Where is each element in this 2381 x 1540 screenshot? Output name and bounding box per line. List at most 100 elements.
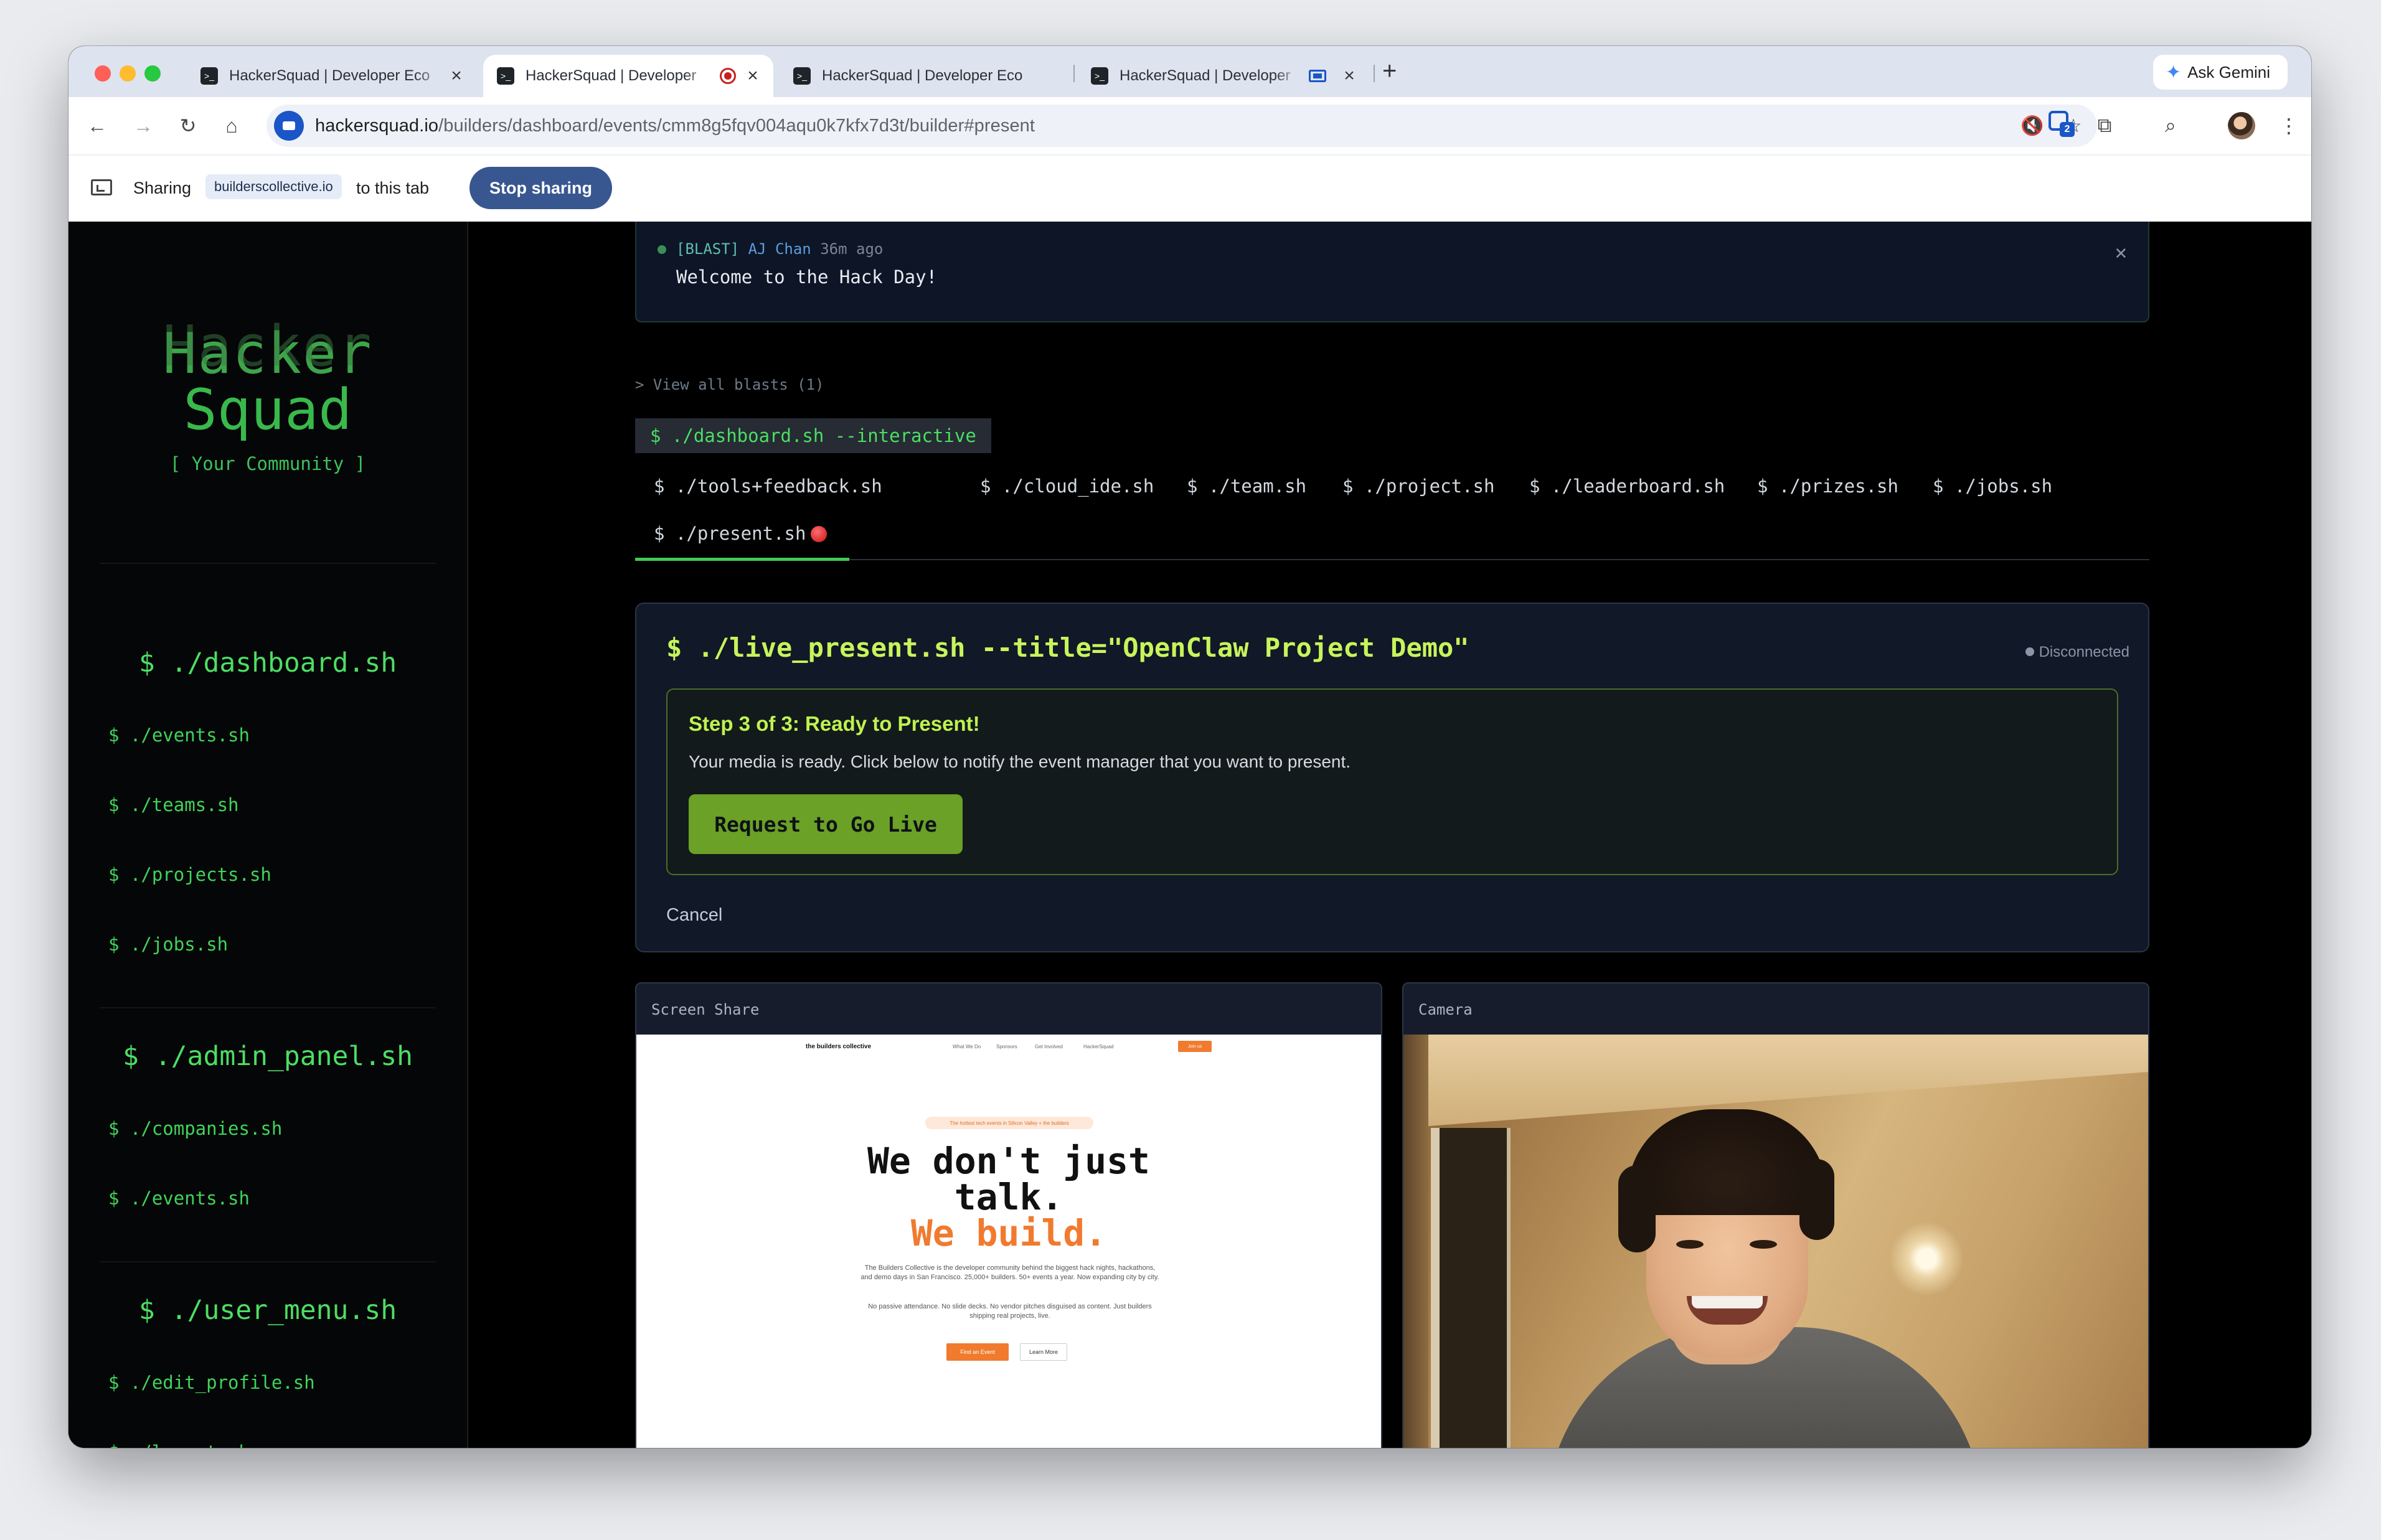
forward-icon[interactable]: → — [127, 110, 159, 142]
blast-notification: [BLAST] AJ Chan 36m ago Welcome to the H… — [635, 222, 2149, 322]
blast-author: AJ Chan — [748, 240, 811, 258]
browser-tab[interactable]: >_ HackerSquad | Developer × — [1077, 55, 1370, 97]
terminal-favicon-icon: >_ — [793, 67, 811, 85]
sidebar-item-projects[interactable]: $ ./projects.sh — [108, 864, 271, 885]
reload-icon[interactable]: ↻ — [172, 110, 204, 142]
camera-feed — [1403, 1035, 2148, 1448]
cast-icon — [1309, 70, 1326, 82]
terminal-favicon-icon: >_ — [497, 67, 514, 85]
view-all-blasts-link[interactable]: > View all blasts (1) — [635, 376, 824, 393]
browser-window: >_ HackerSquad | Developer Eco × >_ Hack… — [68, 46, 2311, 1448]
shared-site-link: What We Do — [953, 1044, 981, 1049]
back-icon[interactable]: ← — [81, 110, 113, 142]
close-blast-icon[interactable]: ✕ — [2115, 240, 2127, 264]
sidebar-heading-dashboard[interactable]: $ ./dashboard.sh — [68, 647, 467, 678]
sidebar-item-logout[interactable]: $ ./logout.sh — [108, 1442, 250, 1448]
screen-share-label: Screen Share — [651, 1001, 760, 1018]
shared-site-headline-3: We build. — [910, 1212, 1107, 1254]
sidebar-item-jobs[interactable]: $ ./jobs.sh — [108, 934, 228, 955]
gemini-sparkle-icon: ✦ — [2165, 62, 2182, 83]
step-panel: Step 3 of 3: Ready to Present! Your medi… — [666, 688, 2118, 875]
tab-present-label: $ ./present.sh — [654, 523, 806, 544]
screen-share-icon — [91, 179, 112, 195]
address-bar[interactable]: hackersquad.io/builders/dashboard/events… — [266, 105, 2097, 147]
close-tab-icon[interactable]: × — [743, 65, 762, 87]
close-tab-icon[interactable]: × — [447, 65, 466, 87]
shared-site-secondary-button: Learn More — [1020, 1343, 1067, 1361]
blast-time: 36m ago — [820, 240, 884, 258]
live-present-card: $ ./live_present.sh --title="OpenClaw Pr… — [635, 603, 2149, 952]
tab-title: HackerSquad | Developer Eco — [229, 67, 430, 84]
terminal-favicon-icon: >_ — [1091, 67, 1108, 85]
logo-tagline: [ Your Community ] — [169, 453, 366, 474]
maximize-window-button[interactable] — [144, 65, 161, 82]
ask-gemini-button[interactable]: ✦ Ask Gemini — [2152, 55, 2288, 90]
shared-site-subtext: The Builders Collective is the developer… — [860, 1264, 1159, 1281]
mute-icon[interactable]: 🔇 — [2017, 111, 2047, 141]
sidebar-divider — [100, 1007, 436, 1008]
tab-cloud-ide[interactable]: $ ./cloud_ide.sh — [980, 476, 1154, 497]
stop-sharing-button[interactable]: Stop sharing — [469, 167, 613, 209]
tab-jobs[interactable]: $ ./jobs.sh — [1933, 476, 2052, 497]
connection-status-label: Disconnected — [2039, 644, 2129, 660]
puzzle-icon[interactable]: ⧉ — [2088, 110, 2121, 142]
logo-squad: Squad — [183, 377, 352, 443]
screen-share-preview: the builders collective What We Do Spons… — [636, 1035, 1381, 1448]
terminal-favicon-icon: >_ — [200, 67, 218, 85]
shared-site-subtext-2: No passive attendance. No slide decks. N… — [868, 1303, 1152, 1320]
tab-prizes[interactable]: $ ./prizes.sh — [1757, 476, 1898, 497]
ask-gemini-label: Ask Gemini — [2187, 62, 2270, 82]
browser-tab[interactable]: >_ HackerSquad | Developer Eco — [780, 55, 1070, 97]
sidebar-item-edit-profile[interactable]: $ ./edit_profile.sh — [108, 1372, 315, 1393]
recording-icon — [720, 68, 736, 84]
tab-leaderboard[interactable]: $ ./leaderboard.sh — [1529, 476, 1725, 497]
tab-present[interactable]: $ ./present.sh — [654, 523, 827, 544]
site-camera-icon[interactable] — [274, 111, 304, 141]
active-tab-indicator — [635, 558, 849, 561]
browser-tab[interactable]: >_ HackerSquad | Developer Eco × — [187, 55, 477, 97]
request-go-live-button[interactable]: Request to Go Live — [689, 794, 963, 854]
url-text[interactable]: hackersquad.io/builders/dashboard/events… — [315, 116, 1035, 136]
sidebar-heading-admin-panel[interactable]: $ ./admin_panel.sh — [68, 1041, 467, 1072]
sidebar-item-teams[interactable]: $ ./teams.sh — [108, 794, 239, 815]
screen-sharing-bar: Sharing builderscollective.io to this ta… — [68, 154, 2311, 223]
step-description: Your media is ready. Click below to noti… — [689, 752, 1351, 771]
shared-site-link: Get Involved — [1035, 1044, 1063, 1049]
extension-icon[interactable]: 2 — [2047, 110, 2075, 137]
tab-team[interactable]: $ ./team.sh — [1187, 476, 1306, 497]
profile-avatar[interactable] — [2228, 112, 2255, 139]
tab-project[interactable]: $ ./project.sh — [1342, 476, 1494, 497]
sidebar-item-companies[interactable]: $ ./companies.sh — [108, 1118, 282, 1139]
search-tab-icon[interactable]: ⌕ — [2154, 110, 2187, 142]
ceiling-light — [1889, 1221, 1964, 1296]
blast-message: Welcome to the Hack Day! — [676, 266, 938, 288]
doorway — [1431, 1128, 1511, 1448]
shared-site-link: Sponsors — [996, 1044, 1017, 1049]
new-tab-button[interactable]: + — [1382, 57, 1397, 85]
blast-meta: [BLAST] AJ Chan 36m ago — [676, 240, 883, 258]
live-present-title: $ ./live_present.sh --title="OpenClaw Pr… — [666, 632, 1469, 663]
sidebar-heading-user-menu[interactable]: $ ./user_menu.sh — [68, 1295, 467, 1326]
cancel-button[interactable]: Cancel — [666, 905, 722, 926]
browser-toolbar: ← → ↻ ⌂ hackersquad.io/builders/dashboar… — [68, 97, 2311, 154]
browser-tab-active[interactable]: >_ HackerSquad | Developer × — [483, 55, 773, 97]
kebab-menu-icon[interactable]: ⋮ — [2273, 110, 2305, 142]
sharing-to-tab-label: to this tab — [356, 179, 430, 197]
sidebar-item-events[interactable]: $ ./events.sh — [108, 725, 250, 746]
shared-site-headline-1: We don't just — [867, 1140, 1150, 1182]
tab-title: HackerSquad | Developer — [526, 67, 697, 84]
minimize-window-button[interactable] — [120, 65, 136, 82]
close-window-button[interactable] — [95, 65, 111, 82]
sidebar-divider — [100, 1261, 436, 1262]
home-icon[interactable]: ⌂ — [215, 110, 248, 142]
tab-tools-feedback[interactable]: $ ./tools+feedback.sh — [654, 476, 882, 497]
sharing-label: Sharing — [133, 179, 192, 197]
shared-site-cta: Join us — [1178, 1041, 1212, 1052]
sidebar-item-admin-events[interactable]: $ ./events.sh — [108, 1188, 250, 1209]
tabs-divider — [635, 559, 2149, 560]
tab-strip: >_ HackerSquad | Developer Eco × >_ Hack… — [68, 46, 2311, 97]
blast-status-dot — [658, 245, 666, 254]
blast-tag: [BLAST] — [676, 240, 740, 258]
red-circle-icon — [811, 526, 827, 542]
close-tab-icon[interactable]: × — [1340, 65, 1359, 87]
